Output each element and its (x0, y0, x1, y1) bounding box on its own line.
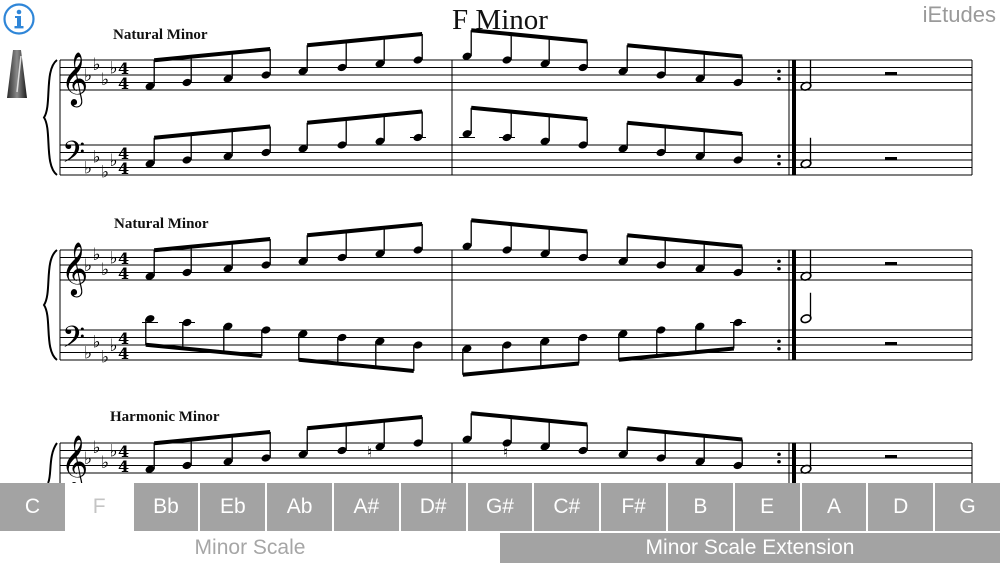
mode-tab-minor-scale[interactable]: Minor Scale (0, 533, 500, 563)
staff-brace (42, 59, 58, 176)
natural-icon: ♮ (367, 443, 372, 461)
key-button-a[interactable]: A (801, 483, 869, 531)
note-beam (307, 109, 423, 125)
section-label: Natural Minor (113, 27, 208, 43)
repeat-dot (777, 161, 781, 166)
flat-icon: ♭ (93, 55, 101, 75)
key-button-bb[interactable]: Bb (133, 483, 201, 531)
half-rest (885, 157, 897, 161)
key-selector-bar: C F Bb Eb Ab A# D# G# C# F# B E A D G (0, 483, 1000, 531)
flat-icon: ♭ (84, 344, 92, 364)
half-rest (885, 262, 897, 266)
repeat-dot (777, 346, 781, 351)
key-button-d-sharp[interactable]: D# (400, 483, 468, 531)
key-button-ab[interactable]: Ab (267, 483, 334, 531)
repeat-dot (777, 339, 781, 344)
flat-icon: ♭ (110, 59, 118, 79)
flat-icon: ♭ (84, 159, 92, 179)
flat-icon: ♭ (101, 347, 109, 367)
brand-logo: iEtudes (922, 2, 996, 27)
key-button-b[interactable]: B (667, 483, 735, 531)
repeat-dot (777, 459, 781, 464)
flat-icon: ♭ (93, 438, 101, 458)
key-button-eb[interactable]: Eb (200, 483, 268, 531)
note-beam (154, 430, 271, 446)
key-button-c-sharp[interactable]: C# (534, 483, 602, 531)
note-beam (627, 43, 743, 59)
note-beam (298, 357, 414, 373)
staff-brace (47, 442, 58, 483)
flat-icon: ♭ (110, 336, 118, 356)
note-beam (471, 105, 588, 121)
section-label: Harmonic Minor (110, 409, 220, 425)
note-beam (307, 415, 423, 431)
key-button-f[interactable]: F (66, 483, 134, 531)
mode-selector-bar: Minor Scale Minor Scale Extension (0, 533, 1000, 563)
half-rest (885, 455, 897, 459)
note-beam (462, 361, 579, 377)
repeat-dot (777, 76, 781, 81)
note-beam (471, 218, 588, 234)
section-label: Natural Minor (114, 216, 209, 232)
bass-clef-icon: 𝄢 (62, 136, 85, 177)
note-beam (618, 346, 734, 362)
time-signature: 4 (118, 457, 129, 476)
mode-tab-minor-scale-extension[interactable]: Minor Scale Extension (500, 533, 1000, 563)
time-signature: 4 (118, 159, 129, 178)
note-beam (154, 47, 271, 63)
staff-brace (42, 249, 58, 361)
flat-icon: ♭ (84, 449, 92, 469)
half-rest (885, 72, 897, 76)
time-signature: 4 (118, 264, 129, 283)
repeat-dot (777, 69, 781, 74)
note-beam (627, 120, 743, 136)
flat-icon: ♭ (93, 245, 101, 265)
note-beam (471, 411, 588, 427)
note-beam (307, 222, 423, 238)
flat-icon: ♭ (84, 66, 92, 86)
time-signature: 4 (118, 344, 129, 363)
note-beam (627, 233, 743, 249)
key-button-f-sharp[interactable]: F# (601, 483, 668, 531)
bass-clef-icon: 𝄢 (62, 321, 85, 362)
flat-icon: ♭ (93, 332, 101, 352)
note-beam (627, 426, 743, 442)
flat-icon: ♭ (101, 260, 109, 280)
key-button-c[interactable]: C (0, 483, 67, 531)
key-button-e[interactable]: E (734, 483, 802, 531)
natural-icon: ♮ (503, 443, 508, 461)
time-signature: 4 (118, 74, 129, 93)
note-beam (154, 124, 271, 140)
flat-icon: ♭ (93, 147, 101, 167)
repeat-dot (777, 154, 781, 159)
flat-icon: ♭ (101, 70, 109, 90)
key-button-a-sharp[interactable]: A# (333, 483, 401, 531)
note-beam (154, 237, 271, 253)
metronome-icon[interactable] (6, 48, 28, 100)
flat-icon: ♭ (110, 151, 118, 171)
flat-icon: ♭ (101, 453, 109, 473)
flat-icon: ♭ (101, 162, 109, 182)
repeat-dot (777, 259, 781, 264)
flat-icon: ♭ (110, 249, 118, 269)
key-button-d[interactable]: D (868, 483, 936, 531)
key-button-g-sharp[interactable]: G# (467, 483, 535, 531)
repeat-dot (777, 266, 781, 271)
repeat-dot (777, 452, 781, 457)
flat-icon: ♭ (84, 256, 92, 276)
key-button-g[interactable]: G (935, 483, 1000, 531)
note-beam (145, 342, 262, 358)
flat-icon: ♭ (110, 442, 118, 462)
half-rest (885, 342, 897, 346)
